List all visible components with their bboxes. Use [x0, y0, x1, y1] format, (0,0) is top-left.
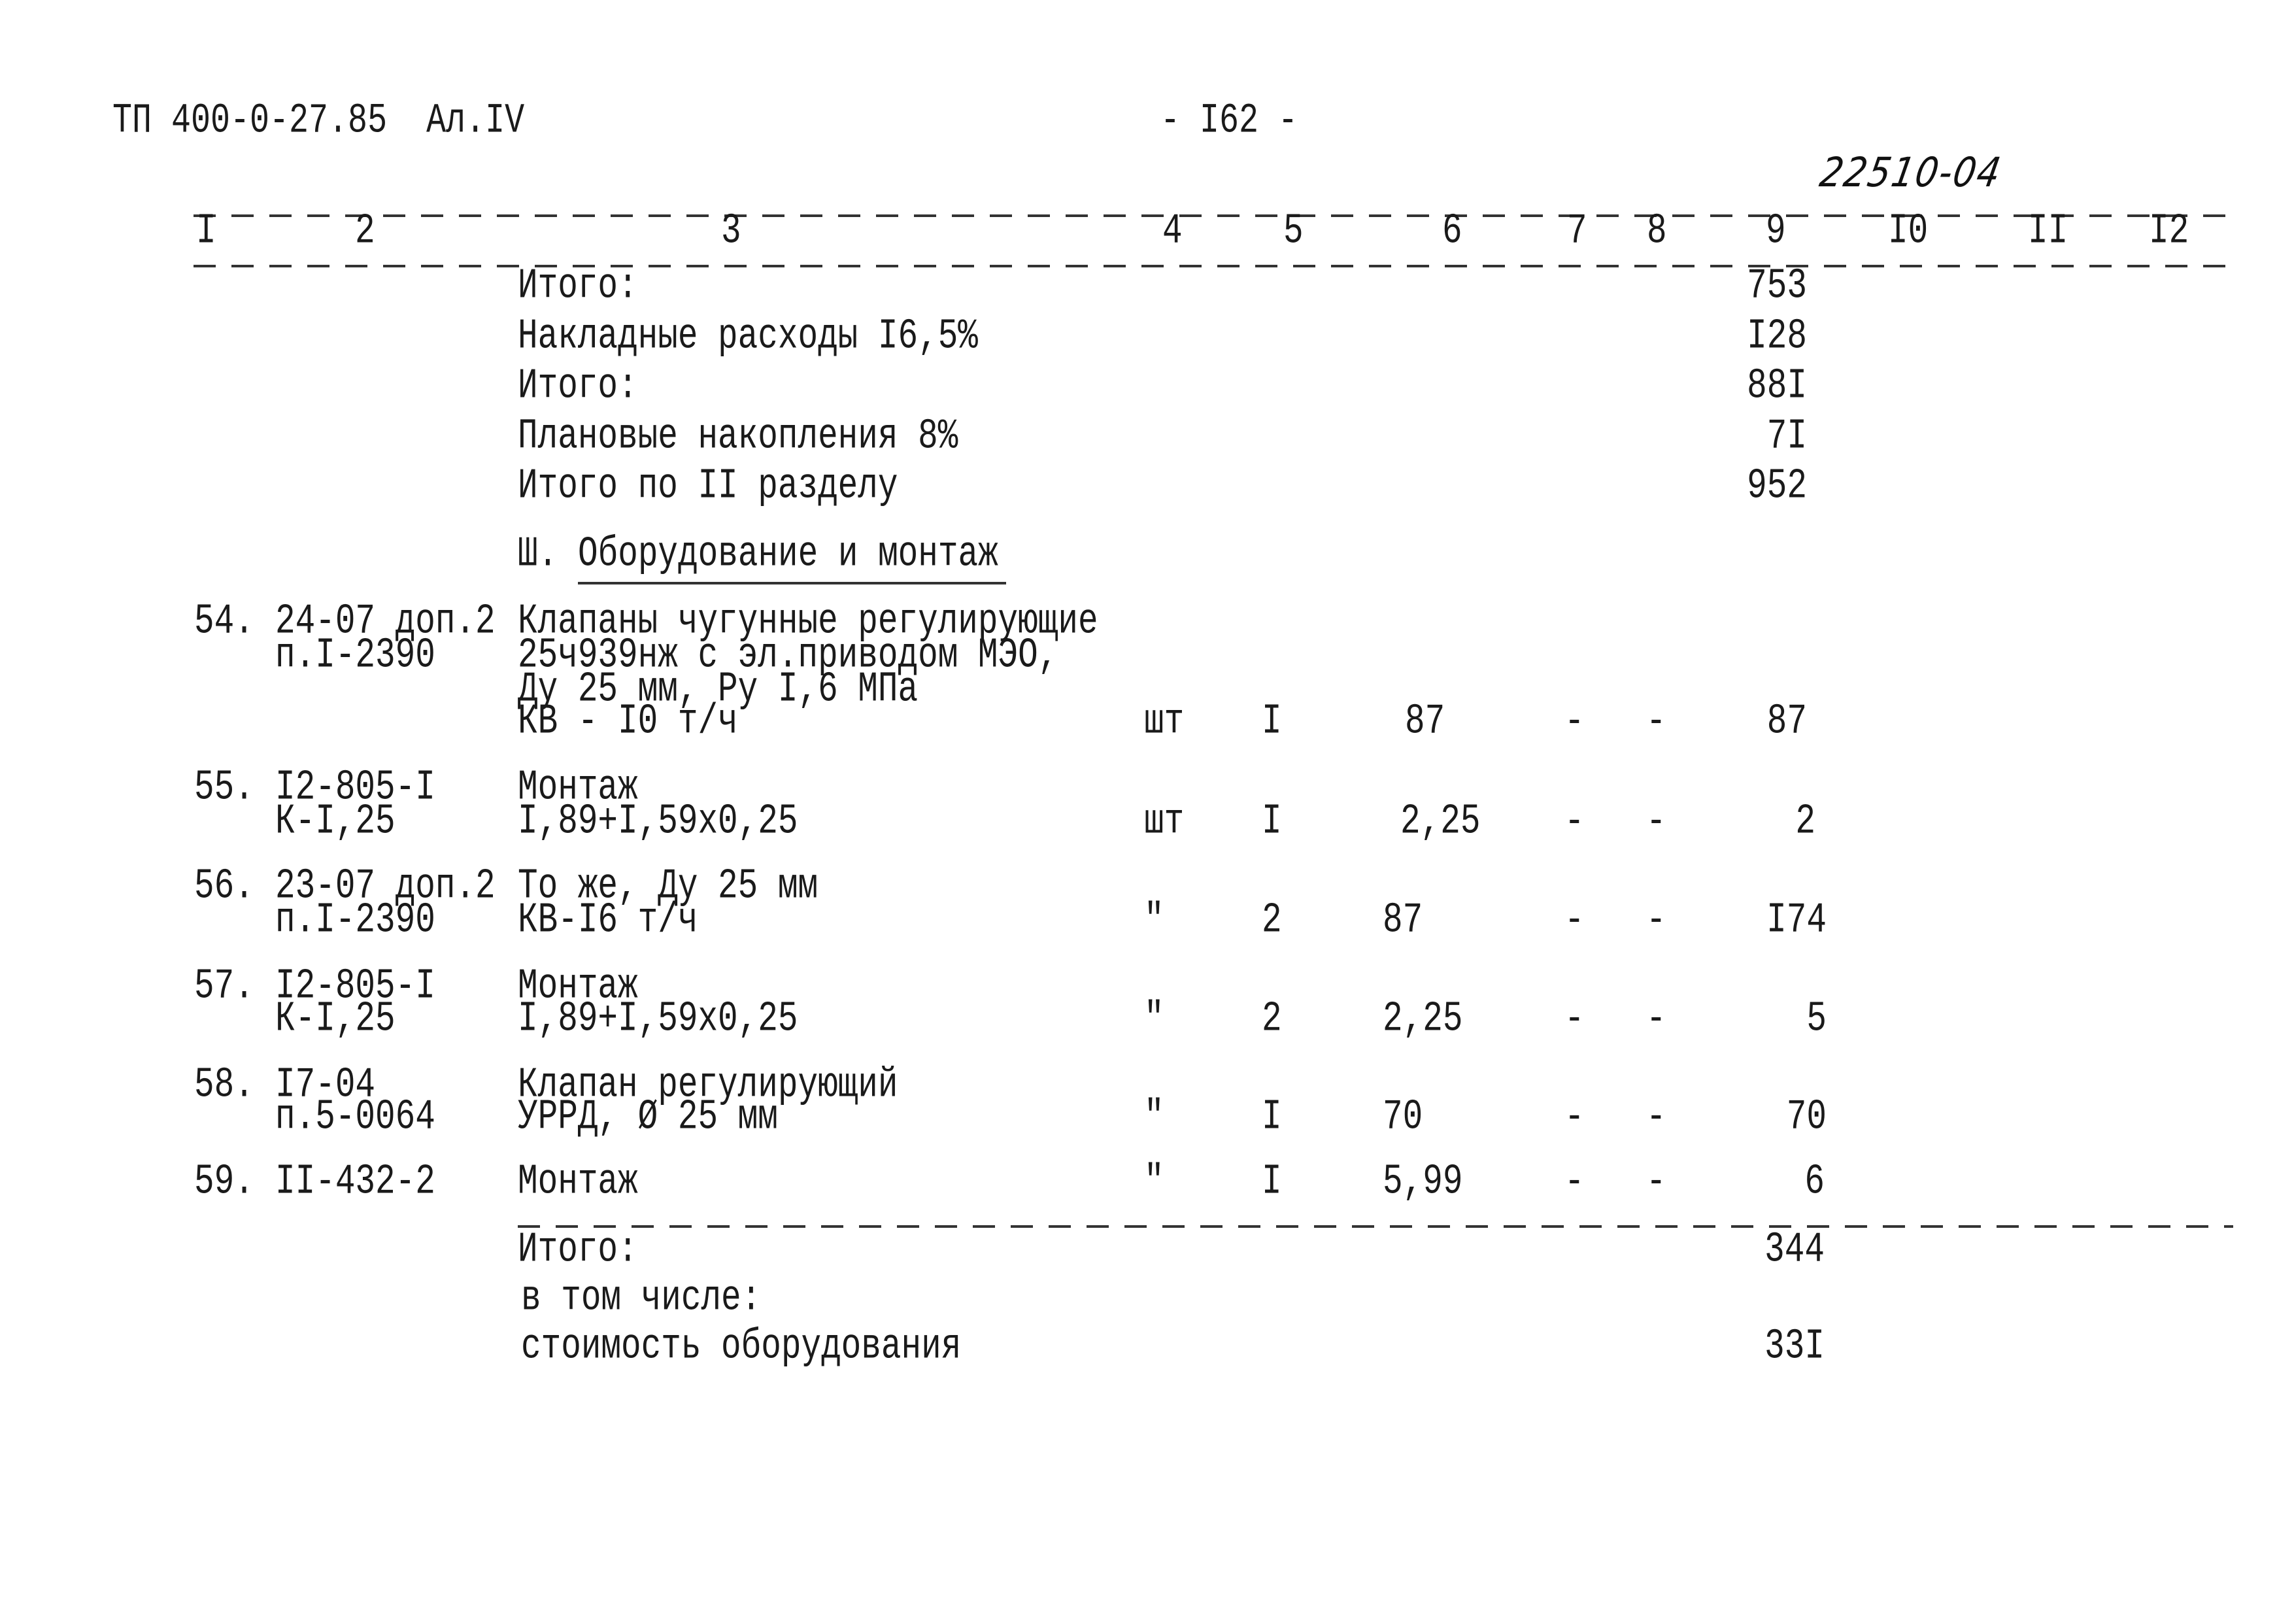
row-col8: -	[1646, 896, 1666, 945]
row-price: 2,25	[1400, 798, 1481, 846]
summary-label: в том числе:	[521, 1274, 762, 1323]
handwritten-stamp: 22510-04	[1816, 148, 2006, 196]
row-total: 87	[1766, 698, 1807, 746]
col-num-12: I2	[2149, 207, 2189, 256]
col-num-9: 9	[1766, 207, 1786, 256]
row-description: УРРД, Ø 25 мм	[518, 1093, 778, 1142]
document-code: ТП 400-0-27.85 Ал.IV	[112, 97, 525, 145]
row-price: 70	[1383, 1093, 1423, 1142]
summary-total: 7I	[1766, 413, 1807, 461]
summary-label: Итого:	[518, 362, 638, 411]
summary-total: 344	[1764, 1226, 1825, 1274]
summary-total: 33I	[1764, 1323, 1825, 1371]
header-bottom-rule	[194, 265, 2233, 267]
row-description: КВ - I0 т/ч	[518, 698, 738, 746]
row-col8: -	[1646, 1093, 1666, 1142]
col-num-11: II	[2028, 207, 2068, 256]
row-unit: "	[1144, 1093, 1164, 1142]
row-col7: -	[1564, 896, 1585, 945]
row-number: 58.	[194, 1061, 254, 1109]
row-col8: -	[1646, 995, 1666, 1043]
row-total: 5	[1806, 995, 1827, 1043]
summary-label: Итого по II разделу	[518, 462, 898, 511]
summary-label: Накладные расходы I6,5%	[518, 313, 978, 361]
row-col7: -	[1564, 1093, 1585, 1142]
summary-label: Итого:	[518, 262, 638, 311]
row-number: 54.	[194, 598, 254, 646]
row-description: КВ-I6 т/ч	[518, 896, 698, 945]
row-total: I74	[1766, 896, 1827, 945]
col-num-3: 3	[721, 207, 741, 256]
row-description: I,89+I,59x0,25	[518, 798, 798, 846]
col-num-4: 4	[1162, 207, 1183, 256]
row-total: 6	[1804, 1158, 1825, 1206]
row-col8: -	[1646, 698, 1666, 746]
col-num-6: 6	[1442, 207, 1462, 256]
row-code: II-432-2	[275, 1158, 435, 1206]
row-price: 87	[1405, 698, 1445, 746]
row-col7: -	[1564, 995, 1585, 1043]
row-total: 2	[1795, 798, 1815, 846]
row-qty: 2	[1262, 995, 1282, 1043]
row-code: К-I,25	[275, 995, 396, 1043]
row-unit: шт	[1144, 698, 1185, 746]
row-number: 56.	[194, 862, 254, 911]
section-title: Оборудование и монтаж	[578, 530, 998, 579]
col-num-1: I	[196, 207, 216, 256]
summary-total: 753	[1747, 262, 1807, 311]
row-qty: I	[1262, 698, 1282, 746]
row-description: I,89+I,59x0,25	[518, 995, 798, 1043]
summary-total: I28	[1747, 313, 1807, 361]
row-unit: шт	[1144, 798, 1185, 846]
summary-total: 952	[1747, 462, 1807, 511]
row-description: Монтаж	[518, 1158, 638, 1206]
row-price: 2,25	[1383, 995, 1463, 1043]
row-unit: "	[1144, 896, 1164, 945]
row-total: 70	[1786, 1093, 1827, 1142]
summary-total: 88I	[1747, 362, 1807, 411]
row-code: п.I-2390	[275, 896, 435, 945]
col-num-5: 5	[1283, 207, 1304, 256]
row-number: 55.	[194, 764, 254, 812]
col-num-10: I0	[1888, 207, 1929, 256]
row-number: 57.	[194, 962, 254, 1011]
row-unit: "	[1144, 995, 1164, 1043]
row-col7: -	[1564, 698, 1585, 746]
row-price: 87	[1383, 896, 1423, 945]
row-unit: "	[1144, 1158, 1164, 1206]
col-num-7: 7	[1567, 207, 1587, 256]
row-code: К-I,25	[275, 798, 396, 846]
summary-label: стоимость оборудования	[521, 1323, 962, 1371]
col-num-2: 2	[355, 207, 375, 256]
row-qty: I	[1262, 1093, 1282, 1142]
page-number: - I62 -	[1160, 97, 1298, 145]
row-code: п.5-0064	[275, 1093, 435, 1142]
section-title-underline	[578, 582, 1006, 584]
row-col7: -	[1564, 798, 1585, 846]
row-qty: I	[1262, 1158, 1282, 1206]
row-col8: -	[1646, 798, 1666, 846]
row-col7: -	[1564, 1158, 1585, 1206]
summary-label: Плановые накопления 8%	[518, 413, 958, 461]
col-num-8: 8	[1647, 207, 1667, 256]
summary-label: Итого:	[518, 1226, 638, 1274]
row-qty: I	[1262, 798, 1282, 846]
row-qty: 2	[1262, 896, 1282, 945]
row-price: 5,99	[1383, 1158, 1463, 1206]
row-code: п.I-2390	[275, 632, 435, 680]
total-rule	[518, 1225, 2233, 1228]
row-number: 59.	[194, 1158, 254, 1206]
row-col8: -	[1646, 1158, 1666, 1206]
section-prefix: Ш.	[518, 530, 558, 579]
